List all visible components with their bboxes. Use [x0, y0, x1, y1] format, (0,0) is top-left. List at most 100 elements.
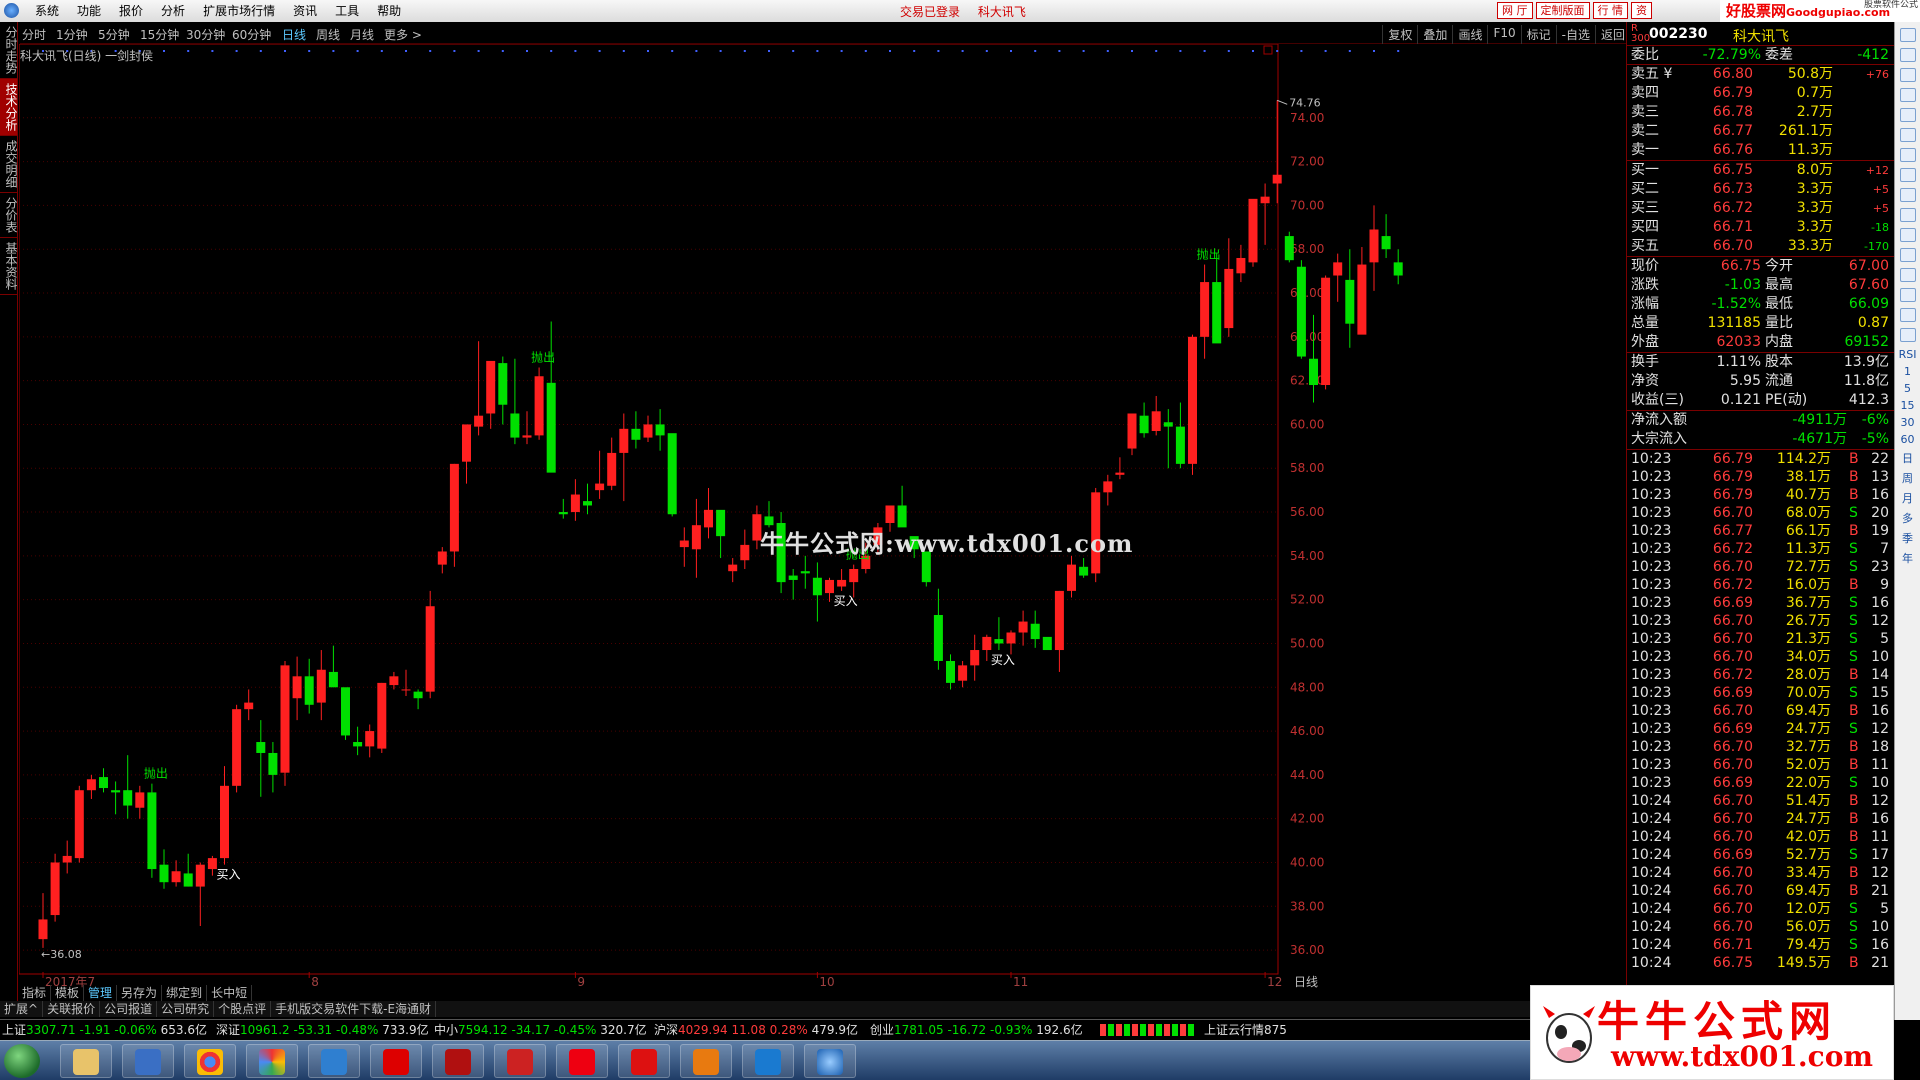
- red-app-taskbar-button[interactable]: [556, 1044, 608, 1078]
- mark-button[interactable]: 标记: [1520, 25, 1556, 44]
- menu-item-info[interactable]: 资讯: [284, 3, 326, 19]
- tool-icon[interactable]: [1899, 328, 1916, 342]
- tab-price-table[interactable]: 分价表: [0, 193, 18, 238]
- tab-manage[interactable]: 管理: [84, 985, 118, 1001]
- period-5min[interactable]: 5分钟: [98, 26, 130, 43]
- adjust-button[interactable]: 复权: [1382, 25, 1417, 44]
- tab-intraday[interactable]: 分时走势: [0, 22, 18, 79]
- menu-item-analysis[interactable]: 分析: [152, 3, 194, 19]
- menu-item-tools[interactable]: 工具: [326, 3, 368, 19]
- period-weekly[interactable]: 周线: [316, 26, 340, 43]
- wh-app-taskbar-button[interactable]: [432, 1044, 484, 1078]
- kline-chart[interactable]: 36.00 38.00 40.00 42.00 44.00 46.00 48.00 50.00…: [19, 44, 1579, 988]
- tool-icon[interactable]: [1899, 128, 1916, 142]
- back-button[interactable]: 返回: [1594, 25, 1630, 44]
- period-15min[interactable]: 15分钟: [140, 26, 179, 43]
- strip-label[interactable]: 1: [1895, 365, 1920, 378]
- period-60min[interactable]: 60分钟: [232, 26, 271, 43]
- menu-item-ext-market[interactable]: 扩展市场行情: [194, 3, 284, 19]
- index-sz[interactable]: 深证10961.2 -53.31 -0.48% 733.9亿: [216, 1020, 429, 1040]
- period-monthly[interactable]: 月线: [350, 26, 374, 43]
- index-smb[interactable]: 中小7594.12 -34.17 -0.45% 320.7亿: [434, 1020, 647, 1040]
- strip-label[interactable]: 15: [1895, 399, 1920, 412]
- tool-taskbar-button[interactable]: [122, 1044, 174, 1078]
- custom-layout-button[interactable]: 定制版面: [1535, 2, 1590, 19]
- strip-label[interactable]: 月: [1895, 490, 1920, 506]
- orange-app-taskbar-button[interactable]: [680, 1044, 732, 1078]
- draw-line-button[interactable]: 画线: [1452, 25, 1487, 44]
- period-1min[interactable]: 1分钟: [56, 26, 88, 43]
- tool-icon[interactable]: [1899, 228, 1916, 242]
- tool-icon[interactable]: [1899, 28, 1916, 42]
- tab-long-mid-short[interactable]: 长中短: [207, 985, 253, 1001]
- strip-label[interactable]: 季: [1895, 530, 1920, 546]
- menu-item-function[interactable]: 功能: [68, 3, 110, 19]
- strip-label[interactable]: 30: [1895, 416, 1920, 429]
- strip-label[interactable]: 多: [1895, 510, 1920, 526]
- tick-list[interactable]: 10:23 66.79 114.2万 B 22 10:23 66.79 38.1万 B 13 10:…: [1627, 450, 1894, 972]
- tool-icon[interactable]: [1899, 268, 1916, 282]
- start-button[interactable]: [4, 1044, 40, 1078]
- overlay-button[interactable]: 叠加: [1417, 25, 1452, 44]
- kline-chart-area[interactable]: 36.00 38.00 40.00 42.00 44.00 46.00 48.00 50.00…: [19, 44, 1579, 988]
- tab-fundamentals[interactable]: 基本资料: [0, 238, 18, 295]
- blue-app-taskbar-button[interactable]: [742, 1044, 794, 1078]
- tool-icon[interactable]: [1899, 208, 1916, 222]
- window-app-taskbar-button[interactable]: [308, 1044, 360, 1078]
- link-related-quote[interactable]: 关联报价: [43, 1001, 101, 1017]
- chrome-taskbar-button[interactable]: [184, 1044, 236, 1078]
- menu-item-system[interactable]: 系统: [26, 3, 68, 19]
- strip-label[interactable]: 5: [1895, 382, 1920, 395]
- tool-icon[interactable]: [1899, 248, 1916, 262]
- info-button[interactable]: 资: [1631, 2, 1652, 19]
- tool-icon[interactable]: [1899, 148, 1916, 162]
- strip-label[interactable]: 60: [1895, 433, 1920, 446]
- strip-label[interactable]: 日: [1895, 450, 1920, 466]
- tool-icon[interactable]: [1899, 308, 1916, 322]
- tab-trade-detail[interactable]: 成交明细: [0, 136, 18, 193]
- explorer-taskbar-button[interactable]: [60, 1044, 112, 1078]
- period-more[interactable]: 更多 >: [384, 26, 422, 43]
- tool-icon[interactable]: [1899, 108, 1916, 122]
- strip-label[interactable]: RSI: [1895, 348, 1920, 361]
- market-button[interactable]: 行 情: [1592, 2, 1628, 19]
- color-app-taskbar-button[interactable]: [246, 1044, 298, 1078]
- link-company-research[interactable]: 公司研究: [157, 1001, 215, 1017]
- link-expand[interactable]: 扩展^: [0, 1001, 44, 1017]
- trade-app-taskbar-button[interactable]: [618, 1044, 670, 1078]
- tool-icon[interactable]: [1899, 68, 1916, 82]
- tool-icon[interactable]: [1899, 168, 1916, 182]
- tool-icon[interactable]: [1899, 288, 1916, 302]
- cloud-quote-status[interactable]: 上证云行情875: [1204, 1020, 1287, 1040]
- link-stock-comment[interactable]: 个股点评: [214, 1001, 272, 1017]
- period-30min[interactable]: 30分钟: [186, 26, 225, 43]
- strip-label[interactable]: 年: [1895, 550, 1920, 566]
- globe-app-taskbar-button[interactable]: [804, 1044, 856, 1078]
- stock-app-taskbar-button[interactable]: [370, 1044, 422, 1078]
- tab-technical[interactable]: 技术分析: [0, 79, 18, 136]
- market-breadth-bar: [1100, 1024, 1196, 1036]
- link-mobile-download[interactable]: 手机版交易软件下载-E海通财: [271, 1001, 437, 1017]
- strip-label[interactable]: 周: [1895, 470, 1920, 486]
- watchlist-button[interactable]: -自选: [1555, 25, 1595, 44]
- menu-item-quote[interactable]: 报价: [110, 3, 152, 19]
- link-company-report[interactable]: 公司报道: [100, 1001, 158, 1017]
- index-sh[interactable]: 上证3307.71 -1.91 -0.06% 653.6亿: [2, 1020, 207, 1040]
- tool-icon[interactable]: [1899, 88, 1916, 102]
- tab-template[interactable]: 模板: [51, 985, 85, 1001]
- book-app-taskbar-button[interactable]: [494, 1044, 546, 1078]
- tab-indicator[interactable]: 指标: [18, 985, 52, 1001]
- tool-icon[interactable]: [1899, 48, 1916, 62]
- tool-icon[interactable]: [1899, 188, 1916, 202]
- buy-label: 买三: [1631, 200, 1659, 216]
- f10-button[interactable]: F10: [1487, 25, 1520, 44]
- hall-button[interactable]: 网 厅: [1497, 2, 1533, 19]
- menu-item-help[interactable]: 帮助: [368, 3, 410, 19]
- tab-bind-to[interactable]: 绑定到: [162, 985, 208, 1001]
- index-hs300[interactable]: 沪深4029.94 11.08 0.28% 479.9亿: [654, 1020, 858, 1040]
- period-timeshare[interactable]: 分时: [22, 26, 46, 43]
- period-daily[interactable]: 日线: [282, 26, 306, 43]
- tab-save-as[interactable]: 另存为: [117, 985, 163, 1001]
- app-icon[interactable]: [4, 3, 19, 18]
- index-gem[interactable]: 创业1781.05 -16.72 -0.93% 192.6亿: [870, 1020, 1083, 1040]
